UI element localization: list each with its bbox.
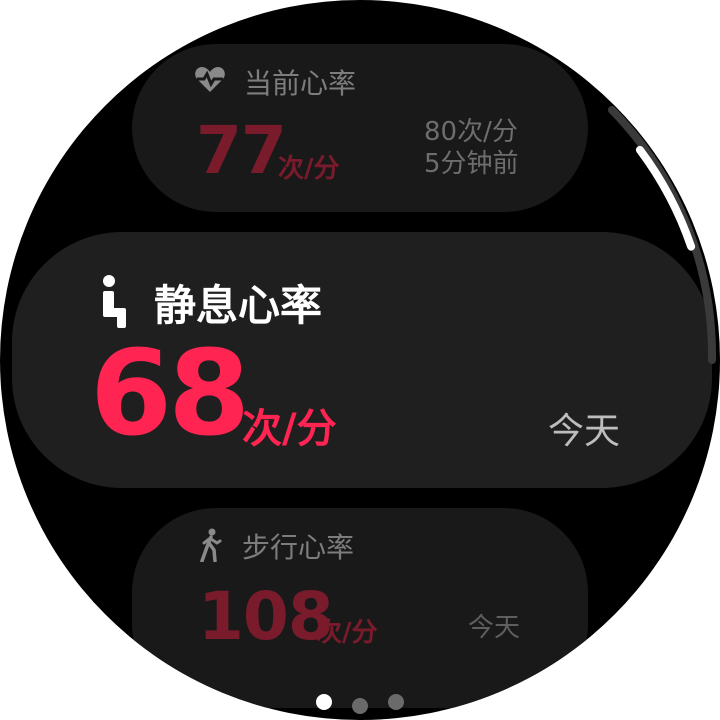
resting-heart-rate-unit: 次/分 (242, 406, 337, 452)
resting-heart-rate-value: 68 (90, 324, 250, 462)
walking-heart-rate-title: 步行心率 (242, 531, 355, 564)
current-heart-rate-last-time: 5分钟前 (424, 149, 519, 179)
walking-heart-rate-unit: 次/分 (316, 618, 378, 648)
walking-person-icon (200, 528, 222, 562)
walking-heart-rate-card[interactable]: 步行心率 108 次/分 今天 (132, 508, 588, 708)
sitting-person-icon (100, 274, 130, 328)
walking-heart-rate-time: 今天 (468, 613, 521, 643)
scroll-thumb[interactable] (635, 145, 696, 251)
current-heart-rate-unit: 次/分 (278, 154, 340, 184)
watch-screen: 当前心率 77 次/分 80次/分 5分钟前 静息心率 68 次/分 今天 步行… (0, 0, 720, 720)
heart-pulse-icon (194, 66, 226, 94)
page-dot[interactable] (352, 698, 368, 714)
current-heart-rate-title: 当前心率 (244, 67, 357, 100)
resting-heart-rate-card[interactable]: 静息心率 68 次/分 今天 (12, 232, 712, 488)
current-heart-rate-last-value: 80次/分 (424, 117, 518, 147)
resting-heart-rate-time: 今天 (548, 411, 621, 452)
walking-heart-rate-value: 108 (198, 578, 334, 655)
current-heart-rate-card[interactable]: 当前心率 77 次/分 80次/分 5分钟前 (132, 44, 588, 212)
page-dot[interactable] (388, 694, 404, 710)
current-heart-rate-value: 77 (196, 112, 287, 189)
page-dot[interactable] (316, 694, 332, 710)
